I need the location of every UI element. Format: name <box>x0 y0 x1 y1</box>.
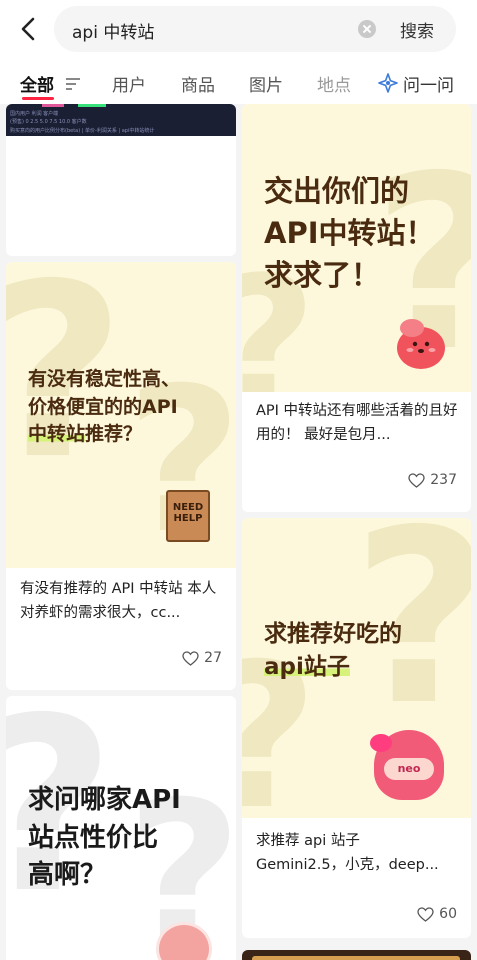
card-cover-image: ? ? 求问哪家API 站点性价比 高啊？ <box>6 696 236 960</box>
tab-users[interactable]: 用户 <box>112 71 146 96</box>
result-card-partial[interactable]: 国内用户 利润 客户端 (预售) 0 2.5 5.0 7.5 10.0 客户数 … <box>6 104 236 256</box>
like-count: 60 <box>439 906 457 922</box>
result-card-partial[interactable] <box>242 950 471 960</box>
active-tab-indicator <box>22 97 54 100</box>
mascot-illustration <box>397 319 445 369</box>
like-count: 27 <box>204 650 222 666</box>
cover-title: 求问哪家API 站点性价比 高啊？ <box>28 785 181 891</box>
card-cover-image: ? ? 求推荐好吃的 api站子 neo <box>242 518 471 818</box>
search-results-feed: 国内用户 利润 客户端 (预售) 0 2.5 5.0 7.5 10.0 客户数 … <box>0 104 477 960</box>
mascot-illustration: neo <box>370 730 444 800</box>
ai-sparkle-icon <box>378 73 398 93</box>
heart-icon <box>182 650 199 666</box>
heart-icon <box>408 472 425 488</box>
like-button[interactable]: 60 <box>417 906 457 922</box>
card-cover-image <box>252 956 460 960</box>
card-description: API 中转站还有哪些活着的且好用的！ 最好是包月... <box>256 403 458 443</box>
search-input[interactable]: api 中转站 搜索 <box>54 6 456 52</box>
cover-title: 有没有稳定性高、 价格便宜的的API 中转站推荐？ <box>28 368 181 446</box>
cover-title: 交出你们的 API中转站！ 求求了！ <box>264 174 435 293</box>
cover-title: 求推荐好吃的 api站子 <box>264 621 402 681</box>
like-count: 237 <box>430 472 457 488</box>
result-card[interactable]: ? ? 求问哪家API 站点性价比 高啊？ <box>6 696 236 960</box>
back-arrow-icon[interactable] <box>14 14 44 44</box>
like-button[interactable]: 237 <box>408 472 457 488</box>
clear-search-icon[interactable] <box>358 20 376 38</box>
card-cover-image: ? ? 有没有稳定性高、 价格便宜的的API 中转站推荐？ NEED HELP <box>6 262 236 568</box>
card-cover-image: ? ? 交出你们的 API中转站！ 求求了！ <box>242 104 471 392</box>
tab-ask[interactable]: 问一问 <box>403 71 454 96</box>
need-help-sign-illustration: NEED HELP <box>166 490 210 542</box>
card-description: 求推荐 api 站子 Gemini2.5，小克，deep... <box>256 833 439 873</box>
like-button[interactable]: 27 <box>182 650 222 666</box>
heart-icon <box>417 906 434 922</box>
tab-images[interactable]: 图片 <box>249 71 283 96</box>
tab-all[interactable]: 全部 <box>20 71 54 96</box>
result-card[interactable]: ? ? 有没有稳定性高、 价格便宜的的API 中转站推荐？ NEED HELP … <box>6 262 236 690</box>
search-query-text: api 中转站 <box>72 23 155 43</box>
search-tabs: 全部 用户 商品 图片 地点 问一问 <box>0 58 477 104</box>
screenshot-thumbnail: 国内用户 利润 客户端 (预售) 0 2.5 5.0 7.5 10.0 客户数 … <box>6 104 236 136</box>
result-card[interactable]: ? ? 求推荐好吃的 api站子 neo 求推荐 api 站子 Gemini2.… <box>242 518 471 938</box>
result-card[interactable]: ? ? 交出你们的 API中转站！ 求求了！ API 中转站还有哪些活着的且好用… <box>242 104 471 512</box>
tab-places[interactable]: 地点 <box>317 71 351 96</box>
card-description: 有没有推荐的 API 中转站 本人对养虾的需求很大，cc... <box>20 581 217 621</box>
tab-products[interactable]: 商品 <box>181 71 215 96</box>
search-button[interactable]: 搜索 <box>400 17 434 42</box>
top-bar: api 中转站 搜索 <box>0 0 477 58</box>
filter-icon[interactable] <box>66 78 80 90</box>
